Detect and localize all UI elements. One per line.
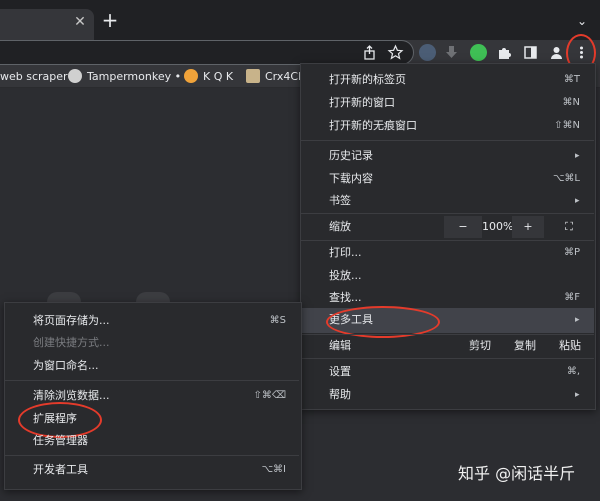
shortcut-new-window: ⌘N <box>562 97 580 108</box>
new-tab-button[interactable]: + <box>101 10 119 30</box>
shortcut-settings: ⌘, <box>566 366 580 377</box>
menu-bookmarks[interactable]: 书签 <box>329 191 351 211</box>
address-bar[interactable] <box>0 40 414 65</box>
submenu-arrow-icon: ▸ <box>575 151 580 161</box>
side-panel-icon[interactable] <box>522 44 539 61</box>
tab-close-icon[interactable]: ✕ <box>72 14 88 30</box>
bookmark-web-scraper[interactable]: web scraper <box>0 69 68 85</box>
bookmark-kqk[interactable]: K Q K <box>203 69 233 85</box>
kqk-icon <box>184 69 198 83</box>
zoom-plus-icon: + <box>523 220 533 233</box>
submenu-task-manager[interactable]: 任务管理器 <box>33 431 88 451</box>
menu-new-tab[interactable]: 打开新的标签页 <box>329 70 406 90</box>
zoom-level: 100% <box>482 220 514 233</box>
profile-avatar-icon[interactable] <box>548 44 565 61</box>
submenu-divider <box>5 380 299 381</box>
extension-robot-icon[interactable] <box>419 44 436 61</box>
shortcut-new-incognito: ⇧⌘N <box>554 120 580 131</box>
submenu-save-page[interactable]: 将页面存储为... <box>33 311 110 331</box>
zoom-minus-icon: − <box>458 220 468 233</box>
shortcut-clear-data: ⇧⌘⌫ <box>253 390 286 401</box>
bookmark-tampermonkey[interactable]: Tampermonkey • ... <box>87 69 195 85</box>
menu-help[interactable]: 帮助 <box>329 385 351 405</box>
submenu-arrow-icon: ▸ <box>575 315 580 325</box>
bookmark-star-icon[interactable] <box>387 44 404 61</box>
menu-edit-label: 编辑 <box>329 339 351 352</box>
shortcut-downloads: ⌥⌘L <box>552 173 580 184</box>
tampermonkey-icon <box>68 69 82 83</box>
menu-cast[interactable]: 投放... <box>329 266 362 286</box>
submenu-name-window[interactable]: 为窗口命名... <box>33 356 99 376</box>
submenu-arrow-icon: ▸ <box>575 196 580 206</box>
submenu-divider <box>5 455 299 456</box>
menu-downloads[interactable]: 下载内容 <box>329 169 373 189</box>
shortcut-save-page: ⌘S <box>269 315 286 326</box>
menu-find[interactable]: 查找... <box>329 288 362 308</box>
tab-search-icon[interactable]: ⌄ <box>575 14 589 28</box>
menu-zoom-label: 缩放 <box>329 220 351 233</box>
menu-divider <box>301 213 594 214</box>
extension-vue-icon[interactable] <box>470 44 487 61</box>
shortcut-new-tab: ⌘T <box>563 74 580 85</box>
menu-print[interactable]: 打印... <box>329 243 362 263</box>
menu-history[interactable]: 历史记录 <box>329 146 373 166</box>
share-icon[interactable] <box>361 44 378 61</box>
shortcut-dev-tools: ⌥⌘I <box>261 464 286 475</box>
edit-paste-button[interactable]: 粘贴 <box>548 335 592 357</box>
submenu-create-shortcut: 创建快捷方式... <box>33 336 110 349</box>
submenu-arrow-icon: ▸ <box>575 390 580 400</box>
shortcut-print: ⌘P <box>563 247 580 258</box>
menu-divider <box>301 140 594 141</box>
menu-divider <box>301 240 594 241</box>
menu-divider <box>301 358 594 359</box>
zhihu-watermark: 知乎 @闲话半斤 <box>458 464 576 483</box>
extensions-puzzle-icon[interactable] <box>496 44 513 61</box>
edit-cut-button[interactable]: 剪切 <box>458 335 502 357</box>
crx4chrome-icon <box>246 69 260 83</box>
download-arrow-icon[interactable] <box>443 44 460 61</box>
submenu-dev-tools[interactable]: 开发者工具 <box>33 460 88 480</box>
menu-new-window[interactable]: 打开新的窗口 <box>329 93 395 113</box>
menu-settings[interactable]: 设置 <box>329 362 351 382</box>
menu-new-incognito[interactable]: 打开新的无痕窗口 <box>329 116 417 136</box>
fullscreen-icon[interactable]: ⛶ <box>556 217 582 237</box>
edit-copy-button[interactable]: 复制 <box>504 335 546 357</box>
shortcut-find: ⌘F <box>564 292 580 303</box>
